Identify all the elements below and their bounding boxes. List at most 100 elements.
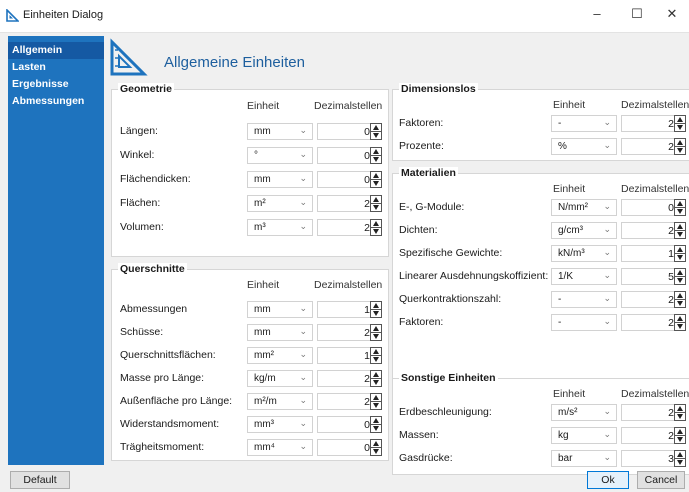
arrow-up-icon[interactable]	[373, 197, 379, 202]
unit-select[interactable]: kg ⌄	[551, 427, 617, 444]
arrow-up-icon[interactable]	[677, 429, 683, 434]
decimals-input[interactable]: 0	[317, 171, 375, 188]
arrow-up-icon[interactable]	[677, 293, 683, 298]
unit-select[interactable]: m²/m ⌄	[247, 393, 313, 410]
arrow-up-icon[interactable]	[677, 201, 683, 206]
sidebar-item-lasten[interactable]: Lasten	[8, 59, 104, 76]
arrow-down-icon[interactable]	[373, 157, 379, 162]
unit-select[interactable]: mm⁴ ⌄	[247, 439, 313, 456]
spin-buttons[interactable]	[370, 195, 382, 212]
maximize-button[interactable]: ☐	[625, 6, 649, 22]
decimals-input[interactable]: 2	[621, 291, 679, 308]
spin-buttons[interactable]	[674, 138, 686, 155]
unit-select[interactable]: bar ⌄	[551, 450, 617, 467]
arrow-up-icon[interactable]	[373, 441, 379, 446]
arrow-down-icon[interactable]	[373, 449, 379, 454]
arrow-up-icon[interactable]	[677, 140, 683, 145]
decimals-input[interactable]: 2	[621, 222, 679, 239]
arrow-down-icon[interactable]	[373, 334, 379, 339]
decimals-input[interactable]: 0	[317, 147, 375, 164]
spin-buttons[interactable]	[370, 147, 382, 164]
arrow-down-icon[interactable]	[373, 426, 379, 431]
arrow-up-icon[interactable]	[373, 125, 379, 130]
decimals-input[interactable]: 0	[317, 123, 375, 140]
arrow-down-icon[interactable]	[677, 232, 683, 237]
decimals-input[interactable]: 1	[621, 245, 679, 262]
arrow-down-icon[interactable]	[677, 278, 683, 283]
decimals-input[interactable]: 1	[317, 301, 375, 318]
spin-buttons[interactable]	[674, 291, 686, 308]
arrow-down-icon[interactable]	[677, 255, 683, 260]
decimals-input[interactable]: 0	[317, 416, 375, 433]
decimals-input[interactable]: 2	[621, 427, 679, 444]
arrow-up-icon[interactable]	[373, 221, 379, 226]
decimals-input[interactable]: 3	[621, 450, 679, 467]
unit-select[interactable]: mm ⌄	[247, 123, 313, 140]
arrow-up-icon[interactable]	[677, 224, 683, 229]
arrow-up-icon[interactable]	[373, 349, 379, 354]
arrow-down-icon[interactable]	[677, 437, 683, 442]
spin-buttons[interactable]	[674, 404, 686, 421]
decimals-input[interactable]: 2	[317, 195, 375, 212]
cancel-button[interactable]: Cancel	[637, 471, 685, 489]
arrow-down-icon[interactable]	[373, 229, 379, 234]
unit-select[interactable]: 1/K ⌄	[551, 268, 617, 285]
unit-select[interactable]: m/s² ⌄	[551, 404, 617, 421]
arrow-up-icon[interactable]	[373, 303, 379, 308]
arrow-up-icon[interactable]	[373, 173, 379, 178]
arrow-up-icon[interactable]	[677, 247, 683, 252]
spin-buttons[interactable]	[674, 245, 686, 262]
spin-buttons[interactable]	[370, 171, 382, 188]
unit-select[interactable]: mm ⌄	[247, 301, 313, 318]
unit-select[interactable]: g/cm³ ⌄	[551, 222, 617, 239]
unit-select[interactable]: kN/m³ ⌄	[551, 245, 617, 262]
unit-select[interactable]: - ⌄	[551, 291, 617, 308]
spin-buttons[interactable]	[370, 347, 382, 364]
unit-select[interactable]: mm³ ⌄	[247, 416, 313, 433]
arrow-up-icon[interactable]	[373, 326, 379, 331]
arrow-down-icon[interactable]	[677, 301, 683, 306]
decimals-input[interactable]: 2	[317, 393, 375, 410]
arrow-down-icon[interactable]	[373, 205, 379, 210]
spin-buttons[interactable]	[370, 324, 382, 341]
arrow-down-icon[interactable]	[373, 357, 379, 362]
decimals-input[interactable]: 0	[317, 439, 375, 456]
decimals-input[interactable]: 2	[621, 115, 679, 132]
spin-buttons[interactable]	[370, 370, 382, 387]
decimals-input[interactable]: 2	[621, 404, 679, 421]
unit-select[interactable]: - ⌄	[551, 314, 617, 331]
arrow-up-icon[interactable]	[677, 117, 683, 122]
spin-buttons[interactable]	[370, 301, 382, 318]
minimize-button[interactable]: –	[585, 6, 609, 21]
unit-select[interactable]: kg/m ⌄	[247, 370, 313, 387]
default-button[interactable]: Default	[10, 471, 70, 489]
decimals-input[interactable]: 2	[621, 138, 679, 155]
decimals-input[interactable]: 2	[621, 314, 679, 331]
close-button[interactable]: ✕	[660, 6, 684, 22]
decimals-input[interactable]: 2	[317, 324, 375, 341]
decimals-input[interactable]: 2	[317, 219, 375, 236]
spin-buttons[interactable]	[370, 416, 382, 433]
spin-buttons[interactable]	[674, 450, 686, 467]
spin-buttons[interactable]	[674, 115, 686, 132]
unit-select[interactable]: % ⌄	[551, 138, 617, 155]
sidebar-item-ergebnisse[interactable]: Ergebnisse	[8, 76, 104, 93]
unit-select[interactable]: m³ ⌄	[247, 219, 313, 236]
arrow-up-icon[interactable]	[677, 406, 683, 411]
arrow-up-icon[interactable]	[677, 452, 683, 457]
arrow-down-icon[interactable]	[677, 209, 683, 214]
arrow-up-icon[interactable]	[677, 316, 683, 321]
sidebar-item-allgemein[interactable]: Allgemein	[8, 42, 104, 59]
spin-buttons[interactable]	[674, 314, 686, 331]
arrow-up-icon[interactable]	[373, 418, 379, 423]
spin-buttons[interactable]	[370, 123, 382, 140]
decimals-input[interactable]: 5	[621, 268, 679, 285]
ok-button[interactable]: Ok	[587, 471, 629, 489]
decimals-input[interactable]: 1	[317, 347, 375, 364]
unit-select[interactable]: m² ⌄	[247, 195, 313, 212]
arrow-up-icon[interactable]	[373, 149, 379, 154]
arrow-up-icon[interactable]	[373, 372, 379, 377]
unit-select[interactable]: ° ⌄	[247, 147, 313, 164]
arrow-down-icon[interactable]	[373, 181, 379, 186]
unit-select[interactable]: - ⌄	[551, 115, 617, 132]
